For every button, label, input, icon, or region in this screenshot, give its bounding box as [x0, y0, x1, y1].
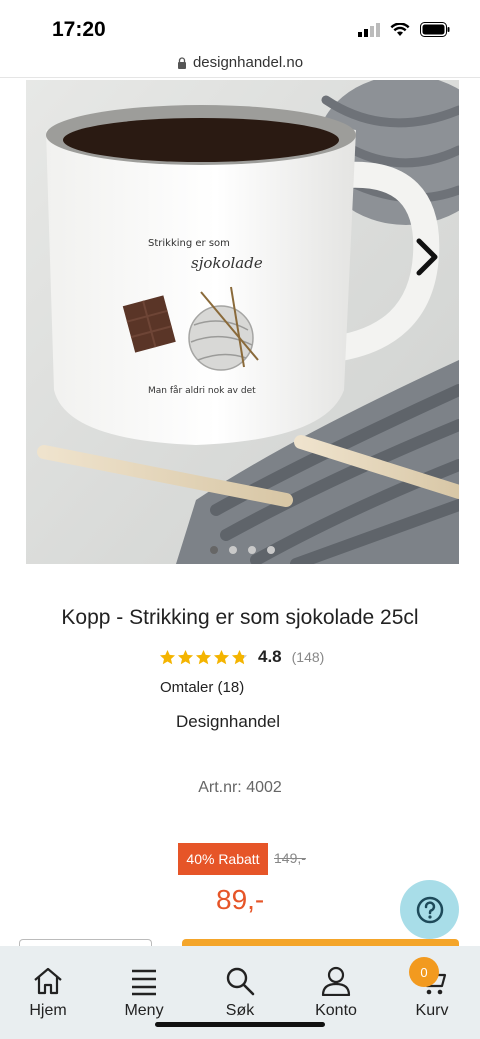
home-icon — [34, 967, 62, 995]
star-icon — [213, 649, 230, 664]
nav-label-cart: Kurv — [415, 1002, 449, 1019]
nav-label-search: Søk — [225, 1002, 255, 1019]
rating-value: 4.8 — [258, 647, 282, 666]
article-number: Art.nr: 4002 — [198, 779, 282, 796]
search-icon — [226, 967, 255, 996]
battery-icon — [420, 22, 450, 37]
carousel-dot[interactable] — [229, 546, 237, 554]
signal-icon — [358, 22, 380, 37]
mug-text-top: Strikking er som — [148, 238, 230, 249]
product-image: Strikking er som sjokolade Man får aldri… — [26, 80, 459, 564]
account-icon — [321, 966, 351, 996]
browser-url-bar[interactable]: designhandel.no — [0, 48, 480, 78]
mug-text-bottom: Man får aldri nok av det — [148, 385, 256, 396]
mug-text-script: sjokolade — [191, 254, 263, 272]
carousel-dot[interactable] — [267, 546, 275, 554]
status-bar: 17:20 — [0, 0, 480, 48]
product-image-carousel[interactable]: Strikking er som sjokolade Man får aldri… — [26, 80, 459, 564]
rating-count: (148) — [291, 649, 325, 665]
chevron-right-icon — [416, 238, 438, 276]
help-button[interactable] — [400, 880, 459, 939]
reviews-link[interactable]: Omtaler (18) — [160, 679, 244, 696]
nav-label-menu: Meny — [124, 1002, 164, 1019]
carousel-next-button[interactable] — [411, 235, 445, 279]
status-icons — [358, 22, 450, 37]
carousel-dot[interactable] — [210, 546, 218, 554]
wifi-icon — [390, 22, 410, 36]
star-icon — [195, 649, 212, 664]
rating-stars — [159, 649, 248, 666]
current-price: 89,- — [216, 884, 265, 915]
question-icon — [416, 896, 443, 923]
carousel-dot[interactable] — [248, 546, 256, 554]
home-indicator — [155, 1022, 325, 1027]
nav-label-home: Hjem — [29, 1002, 67, 1019]
star-icon — [231, 649, 248, 664]
brand-name[interactable]: Designhandel — [176, 712, 280, 732]
carousel-dots — [26, 546, 459, 554]
menu-icon — [132, 969, 156, 996]
cart-count-badge: 0 — [409, 957, 439, 987]
nav-label-account: Konto — [315, 1002, 357, 1019]
discount-badge: 40% Rabatt — [178, 843, 268, 875]
star-icon — [159, 649, 176, 664]
star-icon — [177, 649, 194, 664]
old-price: 149,- — [274, 850, 306, 866]
url-text: designhandel.no — [192, 54, 304, 71]
nav-item-home[interactable]: Hjem — [0, 946, 96, 1039]
product-title: Kopp - Strikking er som sjokolade 25cl — [61, 606, 419, 629]
lock-icon — [177, 56, 186, 69]
rating-row[interactable]: 4.8 (148) — [159, 647, 324, 667]
status-time: 17:20 — [52, 18, 106, 41]
